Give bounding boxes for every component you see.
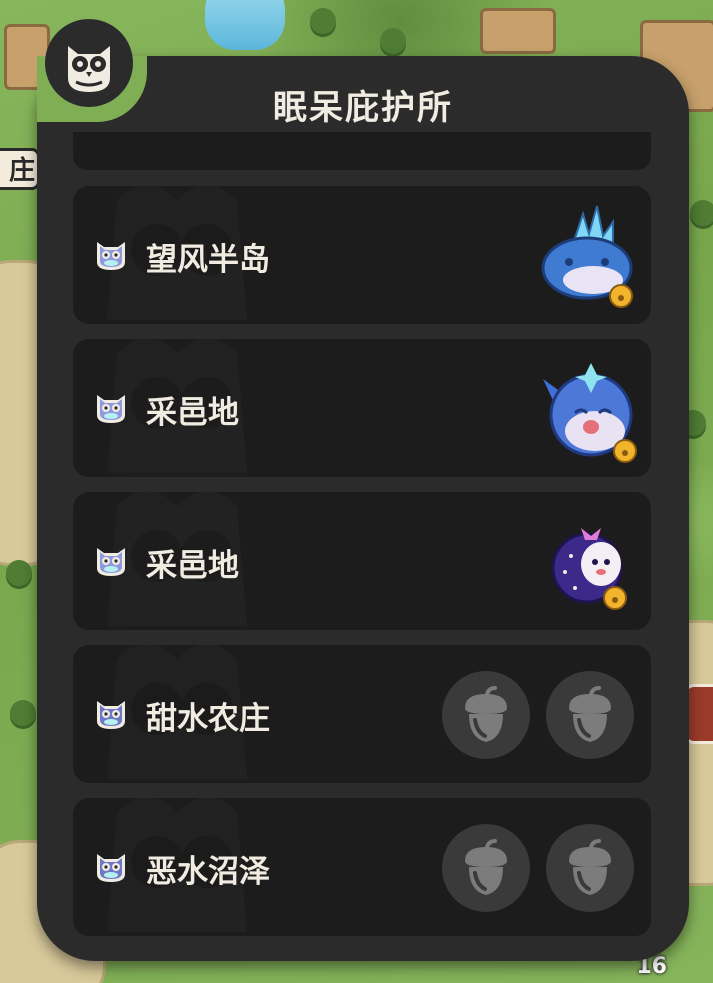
shelter-location-label: 甜水农庄: [146, 701, 270, 737]
shelter-location-label: 望风半岛: [146, 242, 270, 278]
shelter-location-label: 采邑地: [146, 548, 239, 584]
empty-slot-acorn-icon[interactable]: [546, 671, 634, 759]
map-tree: [10, 700, 36, 726]
owl-shelter-icon: [93, 389, 129, 425]
shelter-location-label: 恶水沼泽: [146, 854, 270, 890]
map-tree: [380, 28, 406, 54]
map-building: [480, 8, 556, 54]
map-tree: [310, 8, 336, 34]
owl-shelter-icon: [93, 236, 129, 272]
owl-shelter-icon: [93, 848, 129, 884]
shelter-list-item[interactable]: 甜水农庄: [73, 645, 651, 783]
crystal-whale-creature[interactable]: [535, 196, 639, 314]
shelter-list-item[interactable]: 采邑地: [73, 492, 651, 630]
blue-fox-creature[interactable]: [535, 349, 639, 467]
owl-shelter-icon: [93, 695, 129, 731]
map-area-label[interactable]: 庄区: [0, 148, 40, 190]
shelter-list-item[interactable]: 望风半岛: [73, 186, 651, 324]
list-item-partial[interactable]: [73, 132, 651, 170]
shelter-list-item[interactable]: 采邑地: [73, 339, 651, 477]
shelter-location-label: 采邑地: [146, 395, 239, 431]
empty-slot-acorn-icon[interactable]: [546, 824, 634, 912]
owl-shelter-icon: [93, 542, 129, 578]
owl-avatar-icon[interactable]: [45, 19, 133, 107]
panel-title: 眠呆庇护所: [273, 88, 453, 128]
map-tree: [6, 560, 32, 586]
empty-slot-acorn-icon[interactable]: [442, 671, 530, 759]
empty-slot-acorn-icon[interactable]: [442, 824, 530, 912]
purple-ghost-creature[interactable]: [535, 502, 639, 620]
map-tree: [690, 200, 713, 226]
shelter-list-item[interactable]: 恶水沼泽: [73, 798, 651, 936]
river: [205, 0, 285, 50]
